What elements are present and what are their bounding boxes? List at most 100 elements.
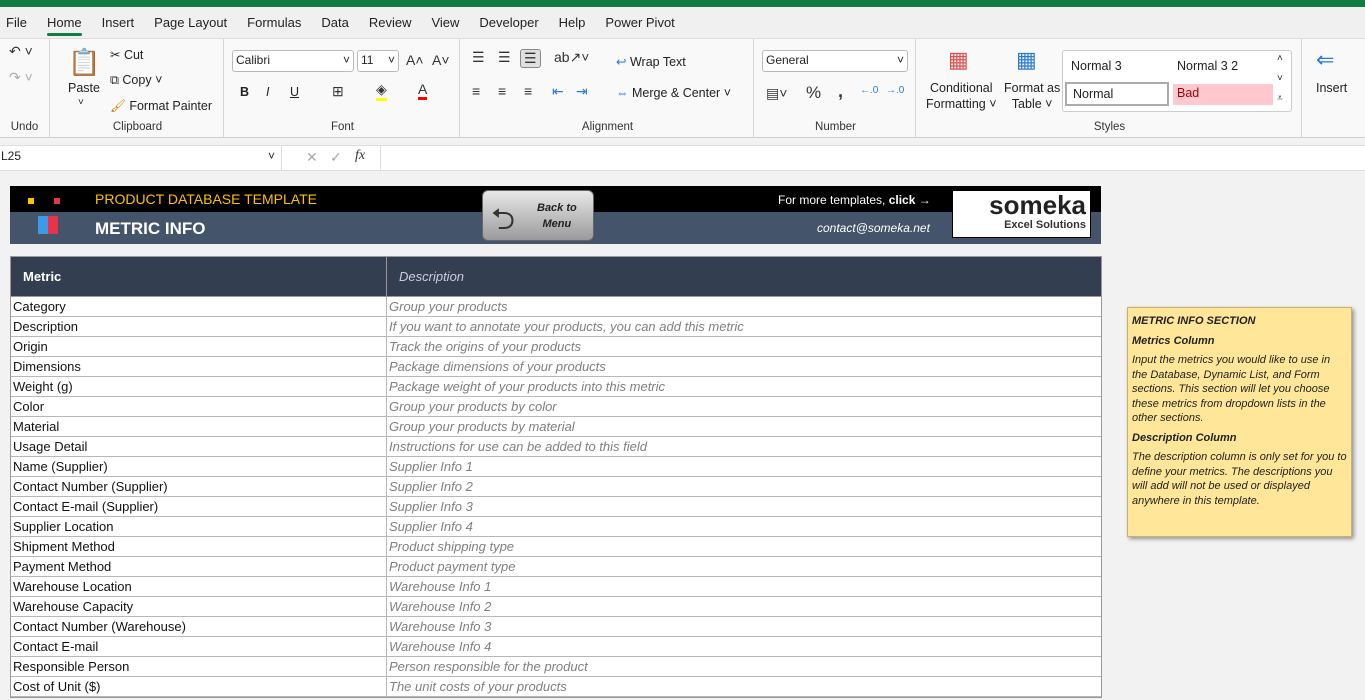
style-normal[interactable]: Normal [1065, 82, 1169, 106]
align-center-icon[interactable]: ≡ [498, 83, 506, 99]
comma-button[interactable]: , [838, 81, 843, 102]
description-cell[interactable]: Warehouse Info 4 [387, 637, 1101, 656]
undo-icon[interactable]: ↶ ˅ [9, 43, 33, 60]
metric-cell[interactable]: Warehouse Capacity [11, 597, 387, 616]
tab-file[interactable]: File [6, 11, 27, 34]
tab-formulas[interactable]: Formulas [247, 11, 301, 34]
description-cell[interactable]: Package dimensions of your products [387, 357, 1101, 376]
fill-color-icon[interactable]: ◈ [376, 81, 387, 101]
style-normal-3-2[interactable]: Normal 3 2 [1177, 59, 1238, 73]
style-bad[interactable]: Bad [1173, 84, 1273, 105]
underline-button[interactable]: U [290, 85, 299, 99]
tab-data[interactable]: Data [321, 11, 348, 34]
metric-cell[interactable]: Weight (g) [11, 377, 387, 396]
someka-logo[interactable]: someka Excel Solutions [952, 190, 1091, 238]
align-left-icon[interactable]: ≡ [472, 83, 480, 99]
paste-button[interactable]: Paste [68, 81, 100, 95]
metric-cell[interactable]: Responsible Person [11, 657, 387, 676]
decrease-font-icon[interactable]: A˅ [432, 52, 450, 68]
tab-help[interactable]: Help [559, 11, 586, 34]
metric-cell[interactable]: Dimensions [11, 357, 387, 376]
conditional-formatting-button[interactable]: Conditional Formatting ˅ [926, 80, 997, 112]
description-cell[interactable]: Instructions for use can be added to thi… [387, 437, 1101, 456]
description-cell[interactable]: Product shipping type [387, 537, 1101, 556]
align-top-icon[interactable]: ☰ [472, 49, 485, 66]
metric-cell[interactable]: Material [11, 417, 387, 436]
back-to-menu-button[interactable]: ⮌ Back to Menu [482, 190, 594, 241]
font-size-select[interactable]: 11 ˅ [357, 50, 399, 72]
format-as-table-button[interactable]: Format as Table ˅ [1004, 80, 1060, 112]
gallery-up-icon[interactable]: ˄ [1277, 53, 1283, 64]
gallery-more-icon[interactable]: ⩡ [1277, 93, 1283, 104]
decrease-indent-icon[interactable]: ⇤ [552, 83, 564, 100]
tab-home[interactable]: Home [46, 11, 82, 36]
tab-review[interactable]: Review [369, 11, 412, 34]
metric-cell[interactable]: Payment Method [11, 557, 387, 576]
metric-cell[interactable]: Supplier Location [11, 517, 387, 536]
more-templates-link[interactable]: For more templates, click → [778, 193, 931, 207]
align-right-icon[interactable]: ≡ [524, 83, 532, 99]
wrap-text-button[interactable]: ↩ Wrap Text [616, 54, 686, 69]
insert-button[interactable]: Insert [1316, 81, 1347, 95]
description-cell[interactable]: The unit costs of your products [387, 677, 1101, 696]
metric-cell[interactable]: Color [11, 397, 387, 416]
name-box[interactable]: L25 ˅ [0, 146, 282, 170]
borders-icon[interactable]: ⊞ [332, 83, 344, 100]
description-cell[interactable]: Supplier Info 2 [387, 477, 1101, 496]
description-cell[interactable]: Group your products [387, 297, 1101, 316]
align-bottom-icon[interactable]: ☰ [520, 49, 541, 68]
tab-page-layout[interactable]: Page Layout [154, 11, 227, 34]
align-middle-icon[interactable]: ☰ [498, 49, 511, 66]
description-cell[interactable]: Warehouse Info 1 [387, 577, 1101, 596]
metric-cell[interactable]: Contact E-mail [11, 637, 387, 656]
orientation-icon[interactable]: ab↗˅ [554, 49, 589, 66]
description-cell[interactable]: Supplier Info 1 [387, 457, 1101, 476]
format-painter-button[interactable]: 🖌 Format Painter [110, 99, 212, 114]
metric-cell[interactable]: Name (Supplier) [11, 457, 387, 476]
metric-cell[interactable]: Usage Detail [11, 437, 387, 456]
metric-cell[interactable]: Contact Number (Supplier) [11, 477, 387, 496]
metric-cell[interactable]: Contact E-mail (Supplier) [11, 497, 387, 516]
cut-button[interactable]: ✂ Cut [110, 47, 143, 62]
tab-insert[interactable]: Insert [102, 11, 135, 34]
number-format-select[interactable]: General ˅ [762, 50, 908, 72]
formula-input[interactable] [380, 146, 1365, 170]
paste-icon[interactable]: 📋 [68, 47, 100, 78]
decrease-decimal-icon[interactable]: →.0 [886, 85, 904, 96]
copy-button[interactable]: ⧉ Copy ˅ [110, 73, 162, 88]
increase-font-icon[interactable]: A˄ [406, 52, 424, 68]
merge-center-button[interactable]: ⇔ Merge & Center ˅ [616, 86, 731, 100]
description-cell[interactable]: Product payment type [387, 557, 1101, 576]
description-cell[interactable]: If you want to annotate your products, y… [387, 317, 1101, 336]
description-cell[interactable]: Person responsible for the product [387, 657, 1101, 676]
description-cell[interactable]: Warehouse Info 2 [387, 597, 1101, 616]
metric-cell[interactable]: Warehouse Location [11, 577, 387, 596]
description-cell[interactable]: Package weight of your products into thi… [387, 377, 1101, 396]
contact-email[interactable]: contact@someka.net [817, 221, 930, 235]
description-cell[interactable]: Group your products by color [387, 397, 1101, 416]
description-cell[interactable]: Track the origins of your products [387, 337, 1101, 356]
metric-cell[interactable]: Category [11, 297, 387, 316]
enter-icon[interactable]: ✓ [330, 149, 342, 166]
cancel-icon[interactable]: ✕ [306, 149, 318, 166]
gallery-down-icon[interactable]: ˅ [1277, 73, 1283, 84]
font-name-select[interactable]: Calibri ˅ [232, 50, 354, 72]
increase-indent-icon[interactable]: ⇥ [576, 83, 588, 100]
tab-view[interactable]: View [431, 11, 459, 34]
percent-button[interactable]: % [806, 83, 821, 103]
style-normal-3[interactable]: Normal 3 [1071, 59, 1122, 73]
description-cell[interactable]: Warehouse Info 3 [387, 617, 1101, 636]
metric-cell[interactable]: Contact Number (Warehouse) [11, 617, 387, 636]
increase-decimal-icon[interactable]: ←.0 [860, 85, 878, 96]
description-cell[interactable]: Group your products by material [387, 417, 1101, 436]
tab-developer[interactable]: Developer [479, 11, 538, 34]
bold-button[interactable]: B [240, 85, 249, 99]
metric-cell[interactable]: Cost of Unit ($) [11, 677, 387, 696]
italic-button[interactable]: I [266, 85, 269, 99]
insert-function-button[interactable]: fx [355, 148, 365, 164]
accounting-icon[interactable]: ▤˅ [766, 85, 787, 102]
metric-cell[interactable]: Origin [11, 337, 387, 356]
description-cell[interactable]: Supplier Info 4 [387, 517, 1101, 536]
metric-cell[interactable]: Shipment Method [11, 537, 387, 556]
chevron-down-icon[interactable]: ˅ [78, 97, 84, 108]
